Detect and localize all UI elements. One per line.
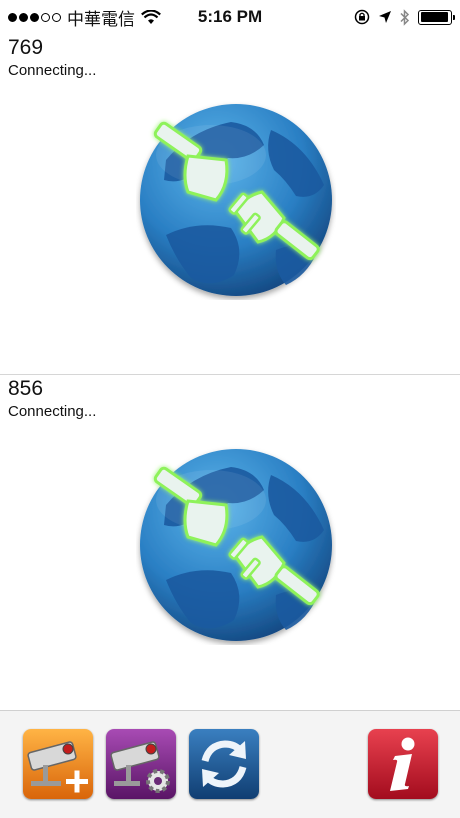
connecting-globe-icon: [136, 100, 336, 300]
connecting-globe-icon: [136, 445, 336, 645]
rotation-lock-icon: [354, 9, 370, 25]
refresh-icon: [189, 729, 259, 799]
battery-icon: [418, 9, 455, 25]
clock: 5:16 PM: [197, 7, 263, 26]
battery-level: [420, 12, 449, 22]
wifi-icon: [141, 9, 161, 24]
camera-name: 769: [8, 36, 44, 59]
status-bar: 中華電信 5:16 PM: [0, 0, 460, 34]
location-icon: [379, 11, 391, 23]
add-camera-icon: [23, 729, 93, 799]
bottom-toolbar: [0, 710, 460, 818]
info-icon: [368, 729, 438, 799]
signal-strength-icon: [8, 12, 61, 22]
camera-panel[interactable]: 769 Connecting...: [0, 34, 460, 374]
info-button[interactable]: [368, 729, 438, 799]
add-camera-button[interactable]: [23, 729, 93, 799]
carrier-name: 中華電信: [67, 9, 135, 29]
status-right: [354, 8, 455, 26]
camera-panel[interactable]: 856 Connecting...: [0, 374, 460, 710]
refresh-button[interactable]: [189, 729, 259, 799]
camera-name: 856: [8, 377, 44, 400]
camera-settings-icon: [106, 729, 176, 799]
camera-settings-button[interactable]: [106, 729, 176, 799]
bluetooth-icon: [400, 8, 410, 26]
status-left: 中華電信: [8, 5, 161, 30]
camera-status: Connecting...: [8, 62, 97, 79]
camera-status: Connecting...: [8, 403, 97, 420]
